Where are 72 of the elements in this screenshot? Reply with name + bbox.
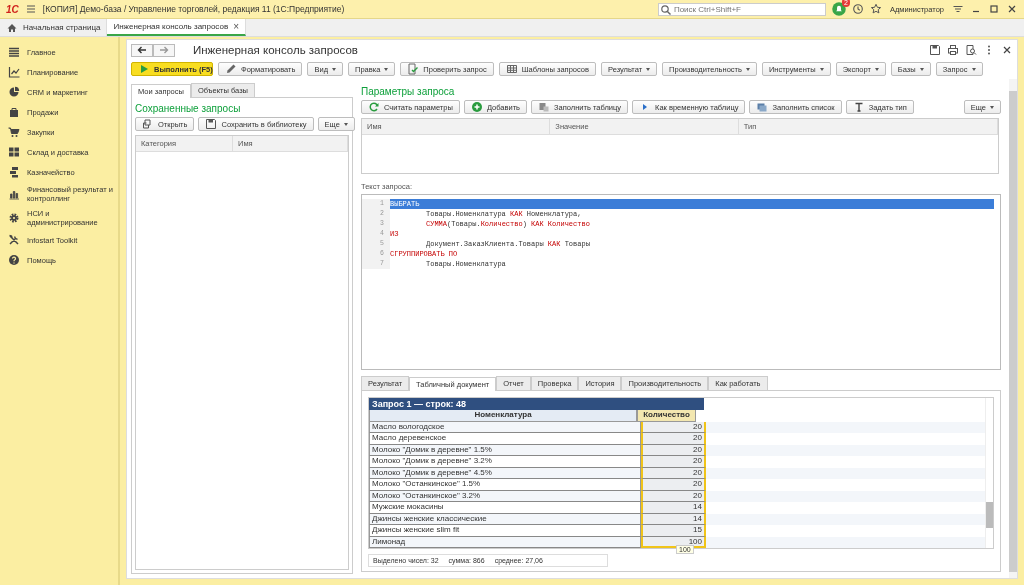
app-logo: 1С xyxy=(6,3,19,15)
scrollbar[interactable] xyxy=(985,398,993,548)
table-cell: 14 xyxy=(641,502,706,514)
table-cell: Молоко "Домик в деревне" 4.5% xyxy=(369,467,641,479)
chart-icon xyxy=(8,66,20,78)
back-arrow-icon xyxy=(136,44,148,56)
save-icon xyxy=(205,118,218,130)
table-cell: Молоко "Останкинское" 1.5% xyxy=(369,479,641,491)
help-icon xyxy=(8,254,20,266)
caret-icon xyxy=(384,67,389,71)
grid-icon xyxy=(8,146,20,158)
check-document-icon xyxy=(407,63,420,75)
column-header: Номенклатура xyxy=(369,410,637,422)
table-cell: Джинсы женские slim fit xyxy=(369,525,641,537)
section-heading: Сохраненные запросы xyxy=(135,103,242,114)
open-icon xyxy=(142,118,154,130)
table-cell: 20 xyxy=(641,433,706,445)
gear-icon xyxy=(8,212,20,224)
table-icon xyxy=(505,63,518,75)
bell-icon[interactable] xyxy=(831,2,846,16)
table-cell: Лимонад xyxy=(369,536,641,548)
home-icon xyxy=(6,21,18,34)
table-cell: Мужские мокасины xyxy=(369,502,641,514)
table-cell: Масло вологодское xyxy=(369,421,641,433)
window-title: [КОПИЯ] Демо-база / Управление торговлей, редакция 11 (1С:Предприятие) xyxy=(42,4,345,14)
column-header: Количество xyxy=(637,410,696,422)
caret-icon xyxy=(971,67,976,71)
back-button[interactable] xyxy=(131,43,153,57)
table-cell: Джинсы женские классические xyxy=(369,513,641,525)
history-icon[interactable] xyxy=(851,3,864,15)
caret-icon xyxy=(990,105,994,109)
caret-icon xyxy=(343,122,348,126)
sheet-title: Запрос 1 — строк: 48 xyxy=(369,398,704,410)
maximize-icon[interactable] xyxy=(988,3,1000,15)
cart-icon xyxy=(8,126,20,138)
bar-chart-icon xyxy=(8,188,20,200)
table-cell: 15 xyxy=(641,525,706,537)
add-icon xyxy=(470,101,483,113)
forward-arrow-icon xyxy=(158,44,170,56)
table-cell: Масло деревенское xyxy=(369,433,641,445)
caret-icon xyxy=(745,67,750,71)
table-cell: 20 xyxy=(641,456,706,468)
save-icon[interactable] xyxy=(929,44,941,56)
list-icon xyxy=(756,101,769,113)
search-field[interactable]: Поиск Ctrl+Shift+F xyxy=(657,2,826,16)
pencil-icon xyxy=(225,63,237,75)
pie-chart-icon xyxy=(8,86,20,98)
refresh-icon xyxy=(368,101,380,113)
table-cell: 20 xyxy=(641,479,706,491)
preview-icon[interactable] xyxy=(965,44,977,56)
close-icon[interactable] xyxy=(1006,3,1018,15)
star-icon[interactable] xyxy=(869,3,882,15)
table-cell: Молоко "Останкинское" 3.2% xyxy=(369,490,641,502)
settings-icon[interactable] xyxy=(952,3,964,15)
caret-icon xyxy=(874,67,879,71)
caret-icon xyxy=(332,67,336,71)
print-icon[interactable] xyxy=(947,44,959,56)
scrollbar[interactable] xyxy=(1009,79,1017,578)
search-icon xyxy=(659,3,672,16)
form-title: Инженерная консоль запросов xyxy=(193,44,358,56)
caret-icon xyxy=(919,67,924,71)
table-cell: Молоко "Домик в деревне" 3.2% xyxy=(369,456,641,468)
table-fill-icon xyxy=(538,101,551,113)
caret-icon xyxy=(646,67,651,71)
bag-icon xyxy=(8,106,20,118)
caret-icon xyxy=(819,67,824,71)
close-icon[interactable] xyxy=(1001,44,1013,56)
section-heading: Параметры запроса xyxy=(361,86,456,97)
play-icon xyxy=(138,63,150,75)
open-tab[interactable]: Инженерная консоль запросов × xyxy=(107,19,246,36)
table-cell: Молоко "Домик в деревне" 1.5% xyxy=(369,444,641,456)
menu-icon xyxy=(8,46,20,58)
